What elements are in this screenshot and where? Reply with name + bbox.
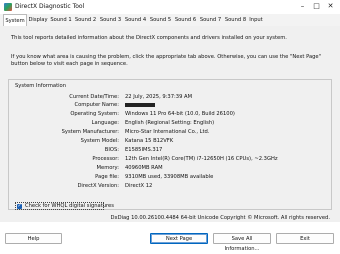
intro-text: This tool reports detailed information a…	[11, 35, 287, 41]
next-page-button[interactable]: Next Page	[150, 233, 208, 244]
intro-instructions: If you know what area is causing the pro…	[11, 54, 322, 68]
tab-input[interactable]: Input	[248, 15, 264, 25]
system-model-label: System Model:	[80, 138, 119, 144]
whql-checkbox-row[interactable]: ✓ Check for WHQL digital signatures	[15, 202, 114, 210]
language-value: English (Regional Setting: English)	[125, 120, 215, 126]
directx-version-value: DirectX 12	[125, 183, 153, 189]
tab-sound-6[interactable]: Sound 6	[173, 15, 198, 25]
page-file-value: 9310MB used, 33908MB available	[125, 174, 214, 180]
close-button[interactable]: ✕	[324, 1, 337, 12]
operating-system-value: Windows 11 Pro 64-bit (10.0, Build 26100…	[125, 111, 235, 117]
tab-sound-2[interactable]: Sound 2	[73, 15, 98, 25]
processor-label: Processor:	[92, 156, 119, 162]
maximize-button[interactable]: □	[310, 1, 323, 12]
whql-checkbox[interactable]: ✓	[17, 204, 22, 209]
page-file-label: Page file:	[95, 174, 119, 180]
computer-name-value	[125, 102, 155, 108]
save-all-information-button[interactable]: Save All Information...	[213, 233, 271, 252]
tab-sound-3[interactable]: Sound 3	[98, 15, 123, 25]
tab-system[interactable]: System	[3, 14, 27, 26]
memory-label: Memory:	[96, 165, 119, 171]
whql-checkbox-label[interactable]: Check for WHQL digital signatures	[25, 203, 114, 210]
help-button[interactable]: Help	[5, 233, 62, 244]
current-datetime-value: 22 July, 2025, 9:37:39 AM	[125, 94, 193, 100]
title-bar: DirectX Diagnostic Tool – □ ✕	[0, 0, 340, 14]
bios-value: E1585IMS.317	[125, 147, 163, 153]
directx-app-icon	[4, 3, 12, 11]
system-model-value: Katana 15 B12VFK	[125, 138, 174, 144]
system-manufacturer-label: System Manufacturer:	[61, 129, 119, 135]
computer-name-label: Computer Name:	[74, 102, 120, 108]
minimize-button[interactable]: –	[296, 1, 309, 12]
redacted-computer-name	[125, 102, 155, 107]
tab-sound-5[interactable]: Sound 5	[148, 15, 173, 25]
processor-value: 12th Gen Intel(R) Core(TM) i7-12650H (16…	[125, 156, 278, 162]
language-label: Language:	[91, 120, 119, 126]
tab-sound-8[interactable]: Sound 8	[223, 15, 248, 25]
operating-system-label: Operating System:	[70, 111, 119, 117]
directx-version-label: DirectX Version:	[77, 183, 119, 189]
exit-button[interactable]: Exit	[276, 233, 334, 244]
tab-sound-7[interactable]: Sound 7	[198, 15, 223, 25]
tab-display[interactable]: Display	[27, 15, 49, 25]
current-datetime-label: Current Date/Time:	[69, 94, 119, 100]
bios-label: BIOS:	[104, 147, 119, 153]
system-manufacturer-value: Micro-Star International Co., Ltd.	[125, 129, 210, 135]
window-title: DirectX Diagnostic Tool	[15, 3, 85, 10]
system-information-title: System Information	[15, 83, 67, 89]
memory-value: 40960MB RAM	[125, 165, 163, 171]
version-copyright-text: DxDiag 10.00.26100.4484 64-bit Unicode C…	[110, 215, 331, 221]
tab-sound-4[interactable]: Sound 4	[123, 15, 148, 25]
tab-sound-1[interactable]: Sound 1	[49, 15, 73, 25]
